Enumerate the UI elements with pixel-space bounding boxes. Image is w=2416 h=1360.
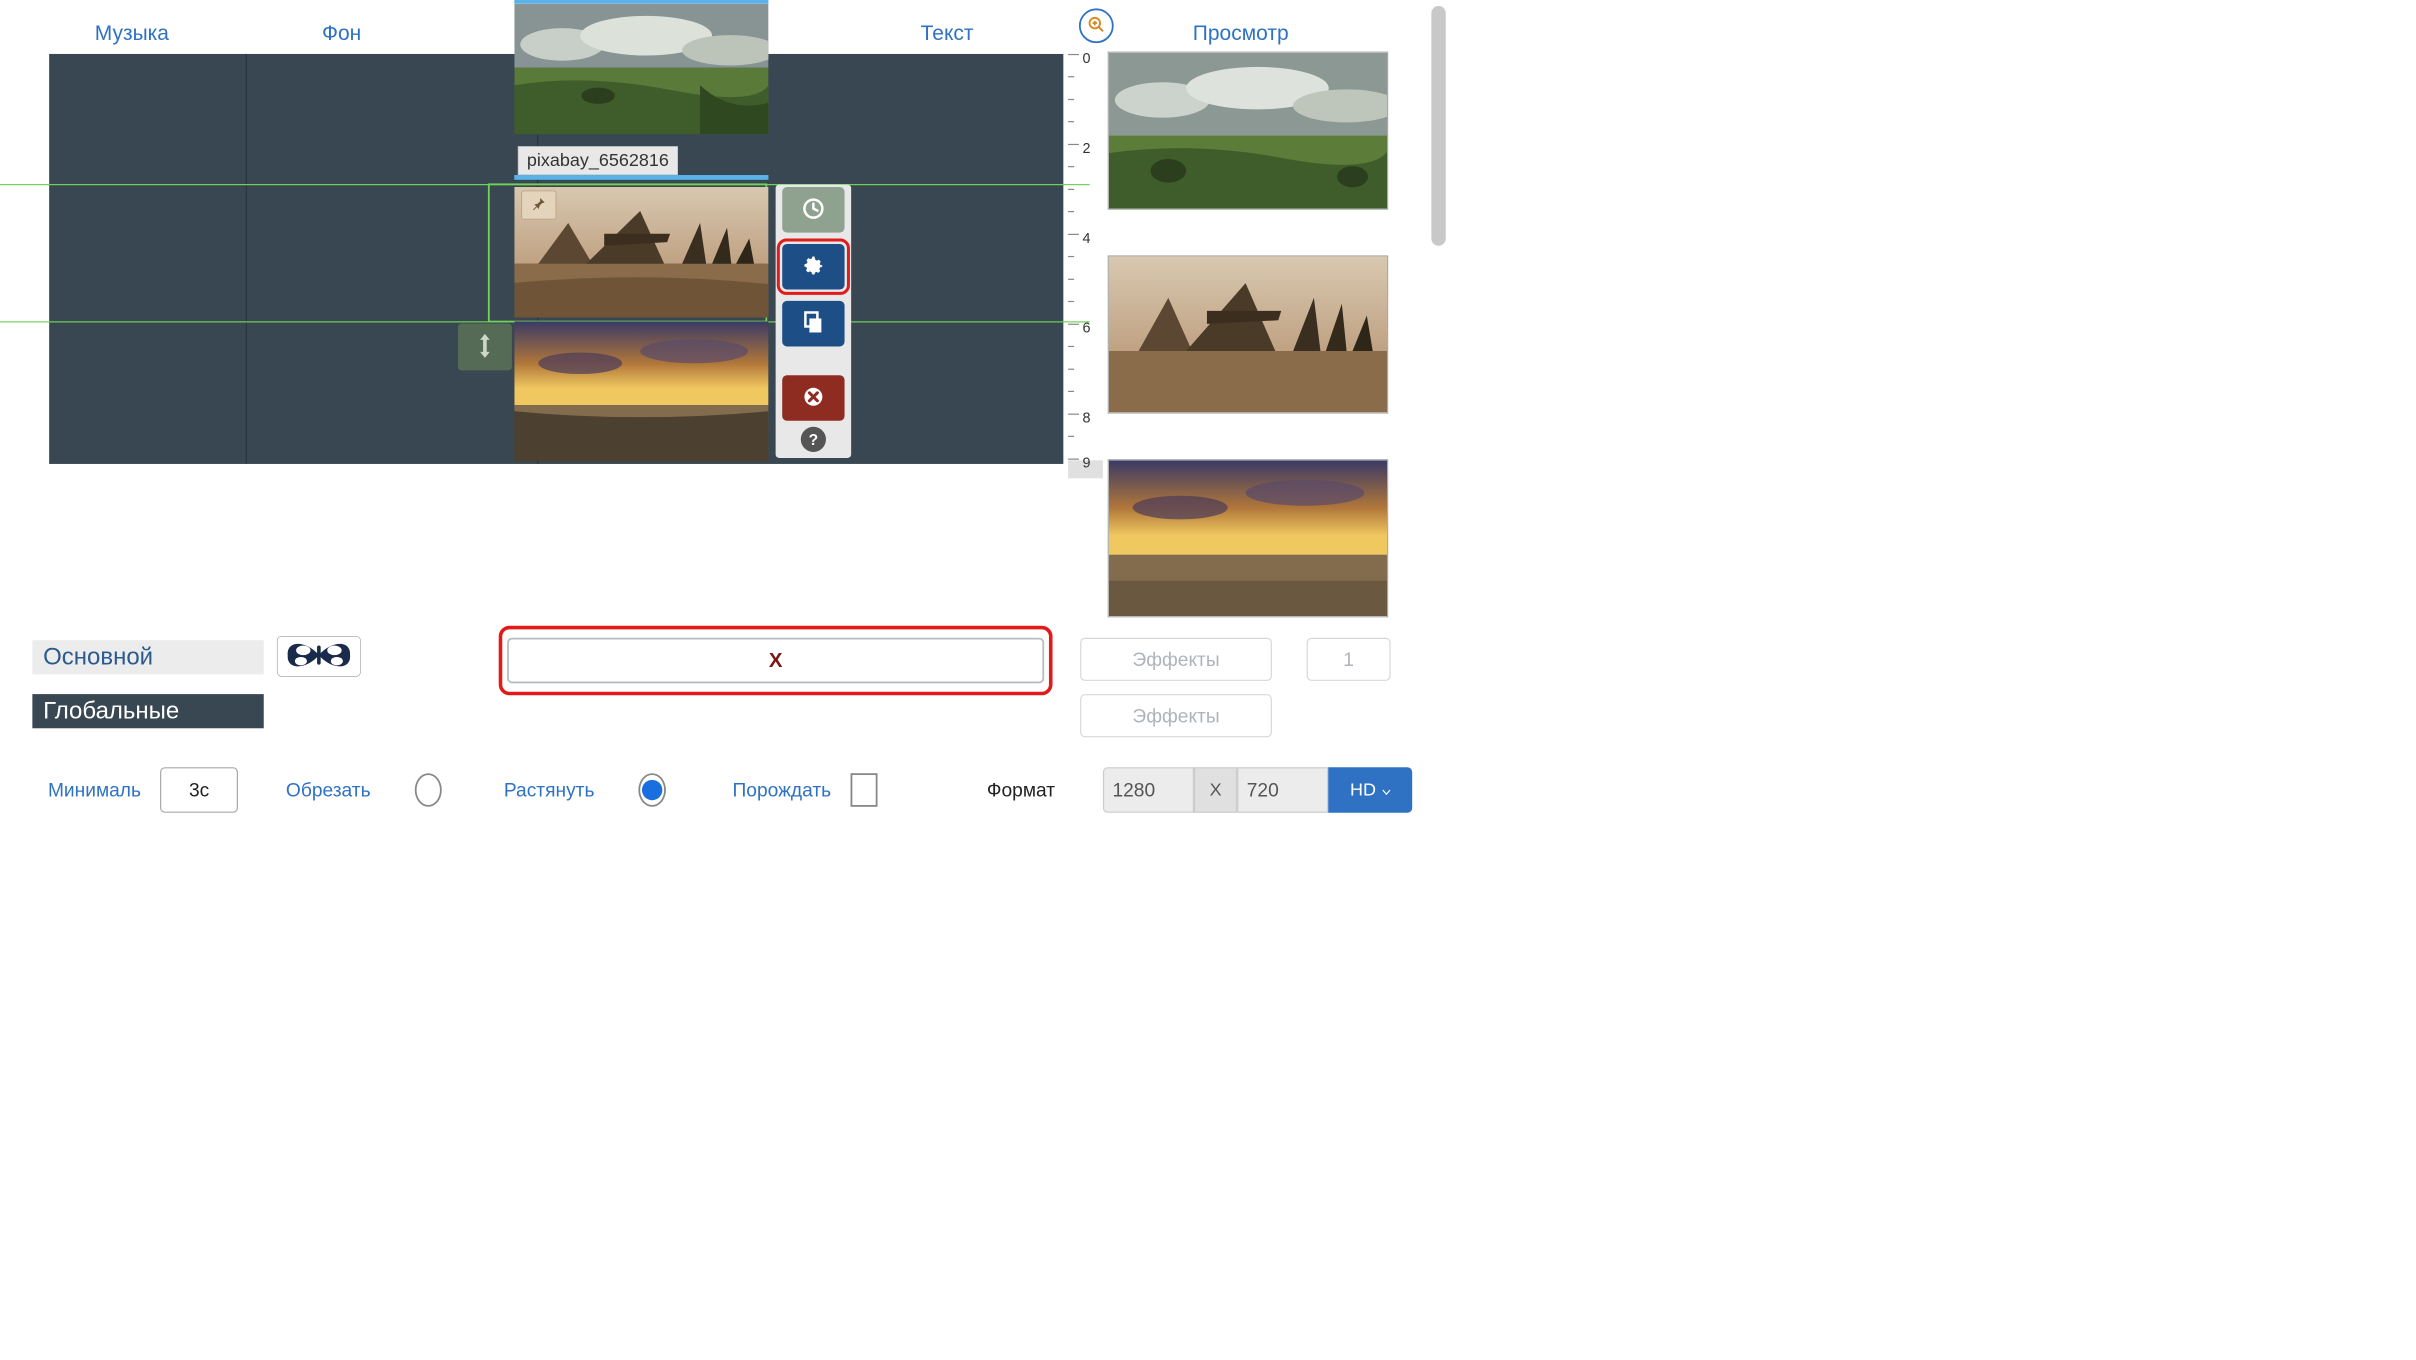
- effects-button-2[interactable]: Эффекты: [1080, 694, 1272, 737]
- help-button[interactable]: ?: [801, 427, 826, 452]
- vertical-arrows-icon: [478, 334, 492, 361]
- clock-icon: [801, 196, 825, 223]
- preview-thumb-2[interactable]: [1108, 255, 1389, 413]
- magnifier-plus-icon: [1087, 15, 1105, 36]
- tab-background[interactable]: Фон: [216, 22, 468, 46]
- effects-button-1[interactable]: Эффекты: [1080, 638, 1272, 681]
- format-width-input[interactable]: [1103, 767, 1194, 813]
- layer-tab-global[interactable]: Глобальные: [32, 694, 263, 728]
- minimal-label: Минималь: [48, 779, 141, 801]
- clip-selection-bar: [514, 175, 768, 180]
- delete-button[interactable]: [782, 375, 844, 421]
- gear-icon: [801, 253, 825, 280]
- tab-music[interactable]: Музыка: [48, 22, 216, 46]
- preview-column: [1108, 52, 1391, 663]
- copy-icon: [801, 310, 825, 337]
- generate-label: Порождать: [732, 779, 831, 801]
- clip-toolbar: ?: [776, 185, 852, 458]
- column-divider: [246, 54, 247, 464]
- format-separator: X: [1194, 767, 1237, 813]
- transition-preview[interactable]: [277, 636, 361, 677]
- vertical-scrollbar[interactable]: [1431, 6, 1445, 246]
- caret-down-icon: [1382, 780, 1390, 800]
- duration-button[interactable]: [782, 187, 844, 233]
- format-group: X HD: [1103, 767, 1412, 813]
- preview-thumb-1[interactable]: [1108, 52, 1389, 210]
- timeline-clip-1[interactable]: [514, 0, 768, 134]
- question-icon: ?: [809, 430, 819, 449]
- butterfly-icon: [283, 638, 355, 675]
- layer-tab-main[interactable]: Основной: [32, 640, 263, 674]
- stretch-radio[interactable]: [638, 773, 665, 807]
- stretch-label: Растянуть: [504, 779, 595, 801]
- generate-checkbox[interactable]: [850, 773, 877, 807]
- crop-radio[interactable]: [415, 773, 442, 807]
- pin-icon: [531, 196, 547, 215]
- zoom-in-button[interactable]: [1079, 8, 1114, 43]
- clip-filename-label: pixabay_6562816: [518, 146, 678, 175]
- delete-icon: [801, 385, 825, 412]
- preview-thumb-3[interactable]: [1108, 459, 1389, 617]
- settings-button-highlight: [777, 239, 850, 295]
- resize-handle[interactable]: [458, 324, 512, 371]
- time-ruler: 0 2 4 6 8 9: [1068, 54, 1104, 468]
- format-height-input[interactable]: [1237, 767, 1328, 813]
- effects-count: 1: [1307, 638, 1391, 681]
- pin-clip-button[interactable]: [521, 191, 556, 220]
- bottom-controls: Минималь Обрезать Растянуть Порождать Фо…: [48, 767, 1412, 813]
- copy-button[interactable]: [782, 301, 844, 347]
- preview-heading: Просмотр: [1193, 22, 1289, 46]
- tab-text[interactable]: Текст: [779, 22, 1115, 46]
- crop-label: Обрезать: [286, 779, 371, 801]
- minimal-input[interactable]: [160, 767, 238, 813]
- close-panel-highlight: X: [499, 626, 1053, 696]
- settings-button[interactable]: [782, 244, 844, 290]
- format-label: Формат: [987, 779, 1055, 801]
- timeline-clip-3[interactable]: [514, 321, 768, 461]
- close-panel-button[interactable]: X: [507, 638, 1044, 684]
- hd-preset-button[interactable]: HD: [1328, 767, 1412, 813]
